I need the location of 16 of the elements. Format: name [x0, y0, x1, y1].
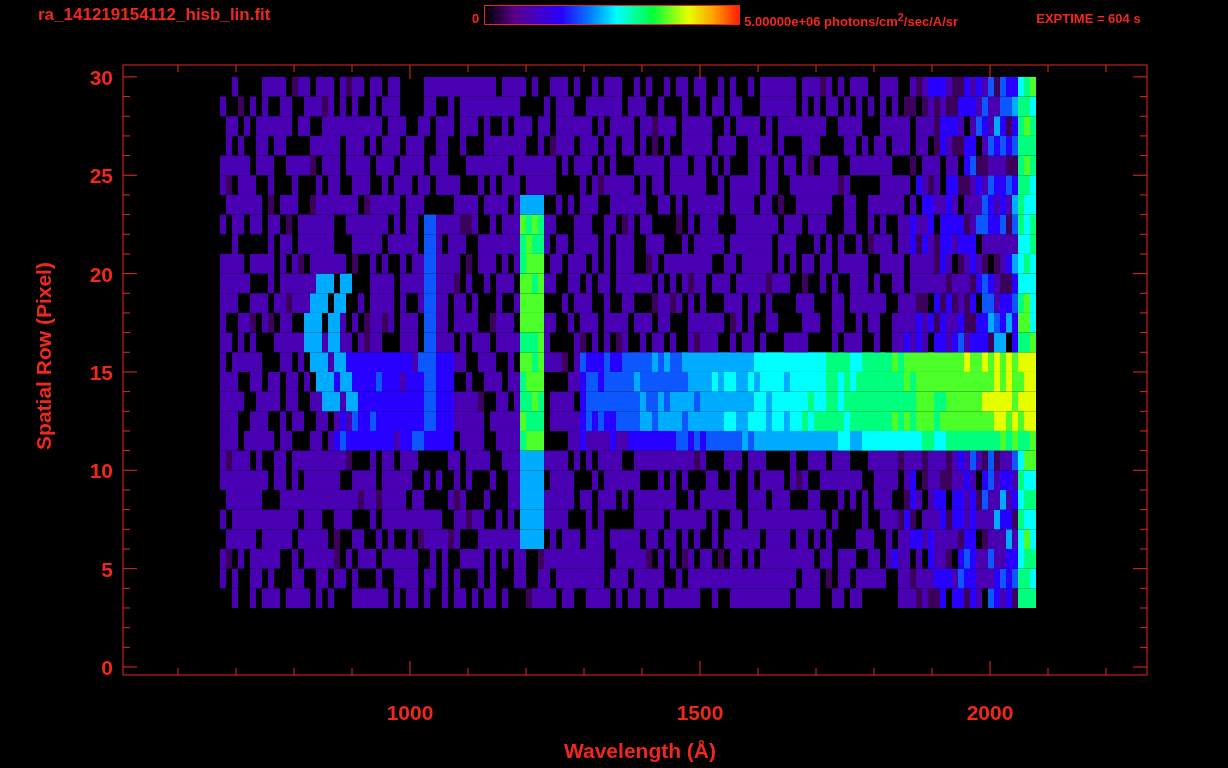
y-tick-label: 10	[89, 459, 113, 483]
y-tick-label: 30	[89, 65, 113, 89]
colorbar-max-label: 5.00000e+06 photons/cm$^{2}$/sec/A/sr	[744, 11, 960, 30]
y-tick-label: 5	[101, 557, 113, 581]
y-axis-title: Spatial Row (Pixel)	[32, 262, 55, 450]
x-tick-label: 1500	[676, 701, 724, 724]
x-tick-label: 1000	[386, 701, 434, 724]
x-axis-title: Wavelength (Å)	[563, 739, 717, 762]
plot-title: ra_141219154112_hisb_lin.fit	[38, 5, 272, 25]
y-tick-label: 0	[101, 656, 113, 679]
y-tick-label: 25	[89, 164, 113, 188]
colorbar-min-label: 0	[472, 11, 480, 26]
y-tick-label: 15	[89, 360, 113, 384]
y-tick-label: 20	[89, 262, 113, 286]
exposure-time-label: EXPTIME = 604 s	[1036, 11, 1141, 26]
x-tick-label: 2000	[966, 701, 1014, 724]
